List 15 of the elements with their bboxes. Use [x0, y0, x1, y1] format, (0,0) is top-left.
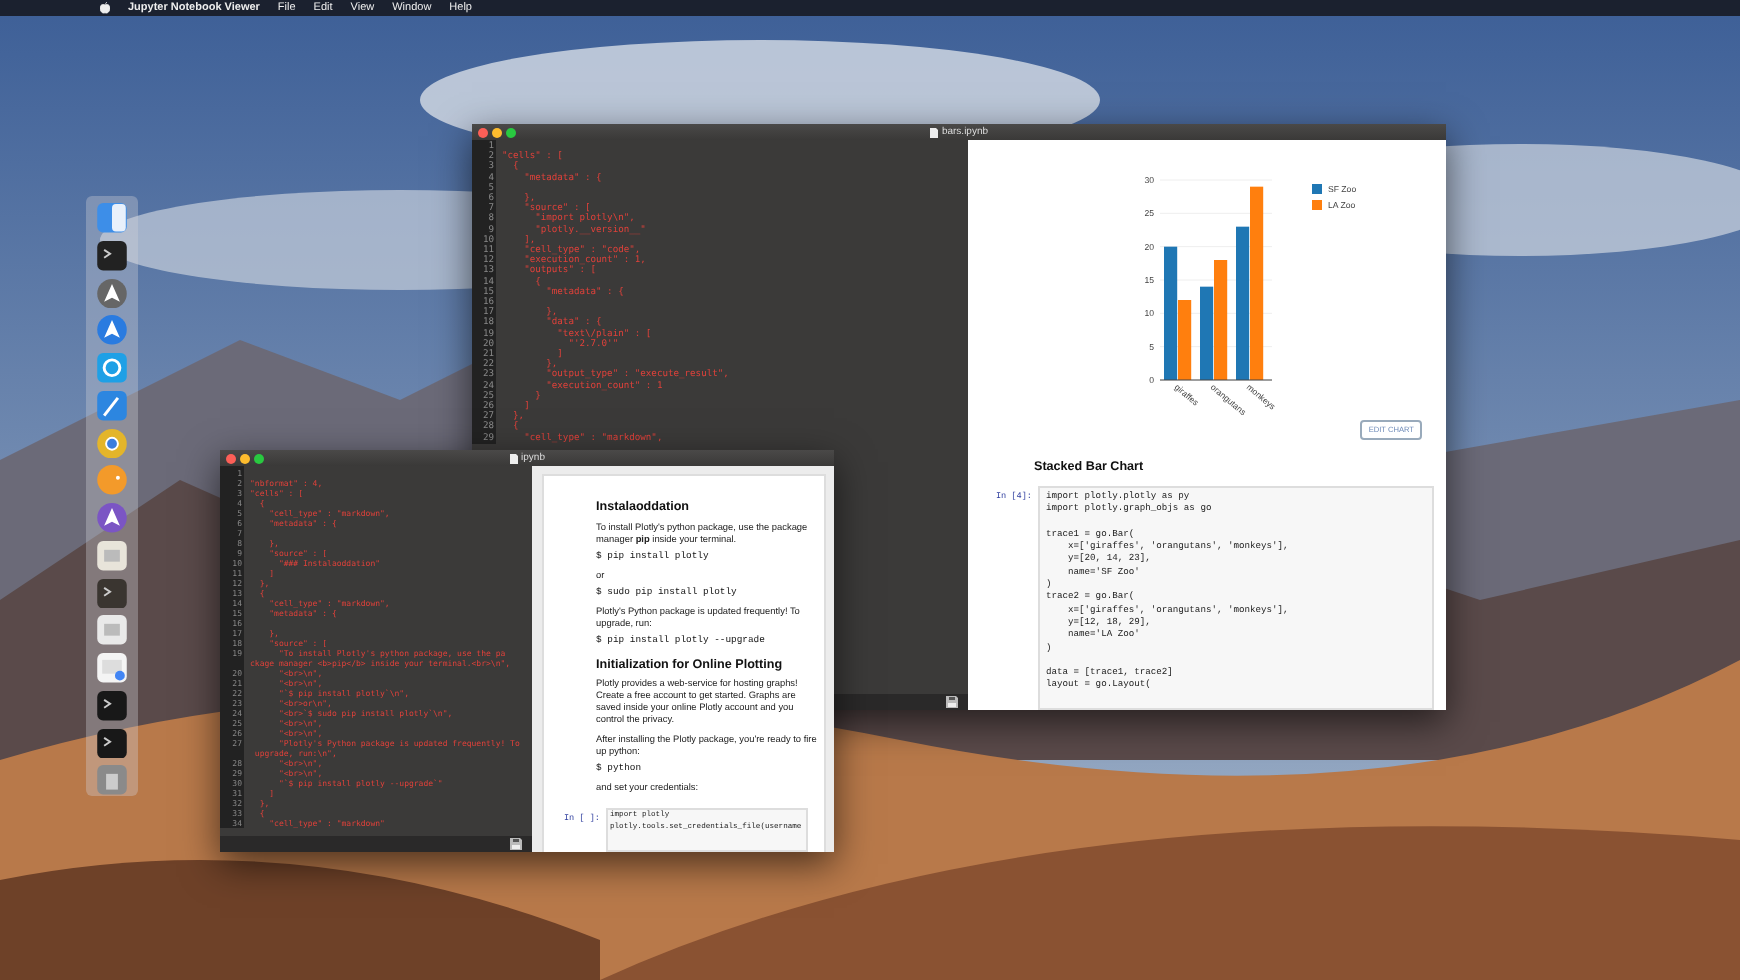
close-button[interactable]	[478, 127, 488, 137]
file-icon	[509, 453, 518, 463]
zoom-button[interactable]	[254, 453, 264, 463]
file-icon	[929, 127, 938, 137]
close-button[interactable]	[226, 453, 236, 463]
terminal-icon[interactable]	[96, 727, 128, 759]
minimize-button[interactable]	[240, 453, 250, 463]
zoom-button[interactable]	[506, 127, 516, 137]
minimize-button[interactable]	[492, 127, 502, 137]
terminal-icon[interactable]	[96, 689, 128, 721]
terminal-icon[interactable]	[96, 239, 128, 271]
save-icon[interactable]	[946, 696, 958, 708]
save-icon[interactable]	[510, 838, 522, 850]
apple-icon[interactable]	[100, 2, 110, 14]
window-icon[interactable]	[96, 652, 128, 684]
